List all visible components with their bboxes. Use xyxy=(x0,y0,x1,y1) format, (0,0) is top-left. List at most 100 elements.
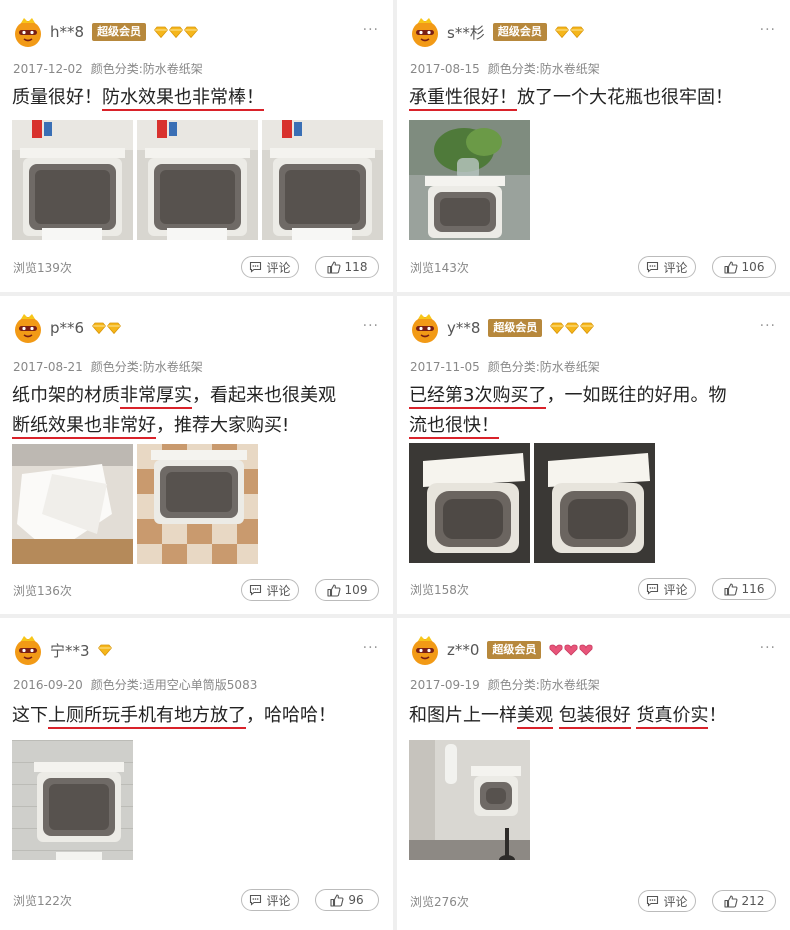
review-text-line: 这下上厕所玩手机有地方放了，哈哈哈！ xyxy=(12,701,385,731)
review-photo[interactable] xyxy=(137,120,258,240)
username[interactable]: s**杉 xyxy=(447,22,485,43)
highlighted-phrase: 承重性很好！ xyxy=(409,87,517,111)
review-text: 纸巾架的材质非常厚实，看起来也很美观 断纸效果也非常好，推荐大家购买! xyxy=(12,381,385,441)
review-text: 已经第3次购买了，一如既往的好用。物流也很快！ xyxy=(409,381,782,441)
view-count: 浏览136次 xyxy=(13,584,72,598)
view-count: 浏览143次 xyxy=(410,261,469,275)
text-segment xyxy=(553,705,559,726)
avatar[interactable] xyxy=(409,634,441,666)
review-meta: 2016-09-20 颜色分类:适用空心单筒版5083 xyxy=(13,676,257,693)
more-icon[interactable]: ··· xyxy=(363,640,379,656)
like-button[interactable]: 118 xyxy=(315,256,379,278)
username[interactable]: p**6 xyxy=(50,319,84,337)
review-date: 2017-09-19 xyxy=(410,678,480,692)
review-photo[interactable] xyxy=(137,444,258,564)
text-segment: 放了一个大花瓶也很牢固！ xyxy=(517,87,733,108)
thumbs-up-icon xyxy=(326,260,341,274)
highlighted-phrase: 美观 xyxy=(517,705,553,729)
text-segment: ！ xyxy=(708,705,727,726)
view-count: 浏览139次 xyxy=(13,261,72,275)
review-photo[interactable] xyxy=(534,443,655,563)
review-grid: h**8 超级会员 ··· 2017-12-02 颜色分类:防水卷纸架质量很好！防水效果… xyxy=(0,0,790,930)
like-button[interactable]: 106 xyxy=(712,256,776,278)
review-meta: 2017-08-15 颜色分类:防水卷纸架 xyxy=(410,60,600,77)
avatar[interactable] xyxy=(12,312,44,344)
more-icon[interactable]: ··· xyxy=(760,22,776,38)
like-button[interactable]: 96 xyxy=(315,889,379,911)
review-photos xyxy=(409,120,530,240)
review-photo[interactable] xyxy=(409,740,543,874)
product-variant: 颜色分类:防水卷纸架 xyxy=(90,62,203,76)
review-photo[interactable] xyxy=(409,443,530,563)
review-meta: 2017-12-02 颜色分类:防水卷纸架 xyxy=(13,60,203,77)
avatar[interactable] xyxy=(409,312,441,344)
text-segment: 纸巾架的材质 xyxy=(12,385,120,406)
review-photos xyxy=(12,444,258,564)
like-button[interactable]: 116 xyxy=(712,578,776,600)
highlighted-phrase: 流也很快！ xyxy=(409,415,499,439)
avatar[interactable] xyxy=(409,16,441,48)
diamond-level-icon xyxy=(554,23,569,42)
more-icon[interactable]: ··· xyxy=(760,318,776,334)
username[interactable]: 宁**3 xyxy=(50,640,90,661)
comment-label: 评论 xyxy=(266,893,291,908)
review-text: 质量很好！防水效果也非常棒！ xyxy=(12,83,385,113)
vip-badge: 超级会员 xyxy=(488,319,543,337)
product-variant: 颜色分类:适用空心单筒版5083 xyxy=(90,678,258,692)
diamond-level-icon xyxy=(97,641,112,660)
review-date: 2017-08-21 xyxy=(13,360,83,374)
heart-level-icon xyxy=(564,641,579,660)
level-badge xyxy=(554,23,584,42)
review-photo[interactable] xyxy=(262,120,383,240)
review-photo[interactable] xyxy=(12,740,146,874)
review-text-line: 流也很快！ xyxy=(409,411,782,441)
comment-button[interactable]: 评论 xyxy=(241,889,299,911)
text-segment: 和图片上一样 xyxy=(409,705,517,726)
more-icon[interactable]: ··· xyxy=(363,22,379,38)
comment-button[interactable]: 评论 xyxy=(241,579,299,601)
username[interactable]: y**8 xyxy=(447,319,480,337)
highlighted-phrase: 包装很好 xyxy=(558,705,631,729)
avatar[interactable] xyxy=(12,16,44,48)
review-date: 2017-12-02 xyxy=(13,62,83,76)
username[interactable]: z**0 xyxy=(447,641,479,659)
review-photo[interactable] xyxy=(409,120,530,240)
level-badge xyxy=(92,319,122,338)
like-button[interactable]: 109 xyxy=(315,579,379,601)
vip-badge: 超级会员 xyxy=(487,641,542,659)
like-button[interactable]: 212 xyxy=(712,890,776,912)
comment-icon xyxy=(646,261,659,273)
comment-label: 评论 xyxy=(266,583,291,598)
diamond-level-icon xyxy=(550,319,565,338)
view-count: 浏览276次 xyxy=(410,895,469,909)
username[interactable]: h**8 xyxy=(50,23,84,41)
thumbs-up-icon xyxy=(723,894,738,908)
text-segment: 这下 xyxy=(12,705,48,726)
thumbs-up-icon xyxy=(326,583,341,597)
review-card: 宁**3 ··· 2016-09-20 颜色分类:适用空心单筒版5083 这下上厕所玩手… xyxy=(0,618,393,930)
diamond-level-icon xyxy=(569,23,584,42)
highlighted-phrase: 非常厚实 xyxy=(120,385,192,409)
review-photo[interactable] xyxy=(12,444,133,564)
diamond-level-icon xyxy=(565,319,580,338)
more-icon[interactable]: ··· xyxy=(363,318,379,334)
review-text-line: 已经第3次购买了，一如既往的好用。物 xyxy=(409,381,782,411)
more-icon[interactable]: ··· xyxy=(760,640,776,656)
review-photo[interactable] xyxy=(12,120,133,240)
like-count: 116 xyxy=(741,582,765,596)
comment-button[interactable]: 评论 xyxy=(638,256,696,278)
avatar[interactable] xyxy=(12,634,44,666)
review-date: 2017-08-15 xyxy=(410,62,480,76)
highlighted-phrase: 防水效果也非常棒！ xyxy=(102,87,264,111)
like-count: 118 xyxy=(344,260,368,274)
level-badge xyxy=(549,641,594,660)
review-text-line: 纸巾架的材质非常厚实，看起来也很美观 xyxy=(12,381,385,411)
thumbs-up-icon xyxy=(330,893,344,907)
comment-button[interactable]: 评论 xyxy=(241,256,299,278)
review-date: 2017-11-05 xyxy=(410,360,480,374)
like-count: 96 xyxy=(348,893,364,907)
comment-button[interactable]: 评论 xyxy=(638,890,696,912)
review-footer: 浏览276次 评论 212 xyxy=(410,890,776,912)
review-footer: 浏览139次 评论 118 xyxy=(13,256,379,278)
comment-button[interactable]: 评论 xyxy=(638,578,696,600)
